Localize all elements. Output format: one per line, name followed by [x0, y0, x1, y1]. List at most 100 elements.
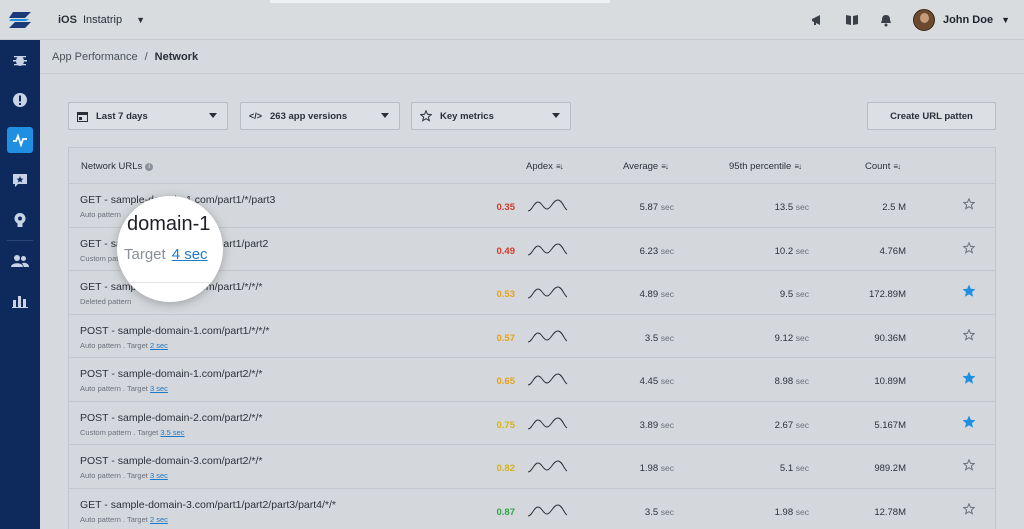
- network-url[interactable]: POST - sample-domain-1.com/part1/*/*/*: [80, 325, 269, 337]
- apdex-score: 0.57: [496, 332, 516, 344]
- bell-icon[interactable]: [869, 14, 903, 27]
- column-header-p95[interactable]: 95th percentile ≡↓: [729, 161, 802, 172]
- target-label: Target: [127, 340, 148, 350]
- table-row[interactable]: POST - sample-domain-1.com/part1/*/*/* A…: [69, 315, 995, 358]
- table-row[interactable]: POST - sample-domain-2.com/part2/*/* Cus…: [69, 402, 995, 445]
- star-filled-icon[interactable]: [963, 415, 975, 428]
- star-outline-icon[interactable]: [963, 502, 975, 515]
- average-unit: sec: [660, 332, 674, 343]
- apdex-sparkline: [527, 329, 568, 342]
- date-range-dropdown[interactable]: Last 7 days: [68, 102, 228, 130]
- star-outline-icon[interactable]: [963, 241, 975, 254]
- average-value: 1.98 sec: [640, 463, 674, 474]
- column-header-count[interactable]: Count ≡↓: [865, 161, 901, 172]
- chevron-down-icon: [552, 113, 560, 118]
- breadcrumb-separator: /: [144, 50, 148, 63]
- p95-unit: sec: [795, 245, 809, 256]
- column-header-average-label: Average: [623, 161, 659, 172]
- chevron-down-icon: [209, 113, 217, 118]
- star-outline-icon: [420, 110, 432, 122]
- bug-icon: [13, 56, 27, 66]
- star-outline-icon[interactable]: [963, 459, 975, 471]
- p95-value: 5.1 sec: [780, 463, 809, 474]
- sidebar-item-performance[interactable]: [0, 120, 40, 160]
- average-value: 3.5 sec: [645, 507, 674, 518]
- app-versions-dropdown[interactable]: </> 263 app versions: [240, 102, 400, 130]
- column-header-apdex[interactable]: Apdex ≡↓: [526, 161, 564, 172]
- star-outline-icon[interactable]: [963, 198, 975, 210]
- sort-icon: ≡↓: [794, 162, 802, 171]
- avatar: [912, 9, 935, 31]
- create-url-pattern-button[interactable]: Create URL patten: [867, 102, 996, 130]
- apdex-sparkline: [527, 242, 568, 255]
- magnified-target-link[interactable]: 4 sec: [172, 246, 208, 263]
- pattern-type: Auto pattern: [80, 514, 121, 524]
- table-row[interactable]: GET - sample-domain-3.com/part1/part2/pa…: [69, 489, 995, 529]
- apdex-score: 0.75: [496, 419, 516, 431]
- average-number: 3.5: [644, 506, 659, 518]
- table-row[interactable]: POST - sample-domain-3.com/part2/*/* Aut…: [69, 445, 995, 489]
- average-value: 4.45 sec: [640, 376, 674, 387]
- app-selector[interactable]: iOS Instatrip ▼: [58, 14, 145, 26]
- network-url[interactable]: POST - sample-domain-3.com/part2/*/*: [80, 455, 262, 467]
- sidebar-item-users[interactable]: [0, 241, 40, 281]
- average-unit: sec: [660, 289, 674, 299]
- target-link[interactable]: 3.5 sec: [160, 428, 184, 437]
- magnified-url-text: domain-1: [127, 213, 211, 235]
- alert-icon: [13, 93, 27, 107]
- chevron-down-icon: ▼: [136, 14, 146, 25]
- column-header-average[interactable]: Average ≡↓: [623, 161, 669, 172]
- sort-icon: ≡↓: [661, 162, 669, 171]
- star-filled-icon[interactable]: [963, 372, 975, 384]
- average-unit: sec: [660, 463, 674, 473]
- star-outline-icon[interactable]: [963, 328, 975, 341]
- code-icon: </>: [249, 111, 263, 121]
- count-value: 5.167M: [874, 419, 906, 431]
- page-title: Network: [154, 50, 199, 63]
- date-range-label: Last 7 days: [96, 110, 148, 122]
- target-link[interactable]: 2 sec: [150, 515, 168, 524]
- count-value: 989.2M: [874, 463, 906, 474]
- network-url[interactable]: POST - sample-domain-1.com/part2/*/*: [80, 368, 262, 380]
- sort-icon: ≡↓: [893, 162, 901, 171]
- chat-star-icon: [13, 174, 27, 187]
- sidebar-item-bugs[interactable]: [0, 40, 40, 80]
- top-strip: [270, 0, 610, 3]
- pattern-type: Custom pattern: [80, 427, 132, 437]
- pattern-meta: Auto pattern . Target 3 sec: [80, 384, 168, 393]
- p95-value: 10.2 sec: [775, 246, 809, 257]
- sidebar-item-crashes[interactable]: [0, 80, 40, 120]
- star-filled-icon[interactable]: [963, 285, 975, 297]
- table-row[interactable]: POST - sample-domain-1.com/part2/*/* Aut…: [69, 358, 995, 402]
- sidebar-item-ideas[interactable]: [0, 200, 40, 240]
- info-icon[interactable]: i: [145, 162, 154, 171]
- target-link[interactable]: 3 sec: [150, 384, 168, 393]
- average-number: 6.23: [639, 245, 659, 257]
- count-value: 4.76M: [879, 245, 906, 257]
- target-link[interactable]: 2 sec: [150, 341, 168, 350]
- pattern-meta: Auto pattern . Target 2 sec: [80, 515, 168, 524]
- average-unit: sec: [660, 376, 674, 386]
- sort-icon: ≡↓: [555, 162, 564, 171]
- p95-value: 9.5 sec: [780, 289, 809, 300]
- p95-unit: sec: [795, 376, 809, 386]
- p95-number: 9.5: [779, 289, 794, 300]
- pattern-type: Auto pattern: [80, 471, 121, 480]
- target-link[interactable]: 3 sec: [150, 471, 168, 480]
- pulse-icon: [13, 133, 27, 147]
- network-url[interactable]: POST - sample-domain-2.com/part2/*/*: [80, 412, 262, 424]
- logo[interactable]: [0, 0, 40, 40]
- sidebar-item-analytics[interactable]: [0, 281, 40, 321]
- apdex-score: 0.49: [496, 245, 516, 257]
- breadcrumb-parent[interactable]: App Performance: [52, 51, 138, 63]
- sidebar-item-feedback[interactable]: [0, 160, 40, 200]
- user-menu[interactable]: John Doe ▼: [912, 9, 1010, 31]
- book-icon[interactable]: [835, 14, 869, 26]
- column-header-url: Network URLs i: [81, 161, 154, 172]
- average-unit: sec: [660, 202, 674, 212]
- key-metrics-dropdown[interactable]: Key metrics: [411, 102, 571, 130]
- average-number: 3.89: [639, 419, 659, 431]
- megaphone-icon[interactable]: [801, 14, 835, 26]
- pattern-type: Auto pattern: [80, 340, 121, 350]
- network-url[interactable]: GET - sample-domain-3.com/part1/part2/pa…: [80, 499, 336, 511]
